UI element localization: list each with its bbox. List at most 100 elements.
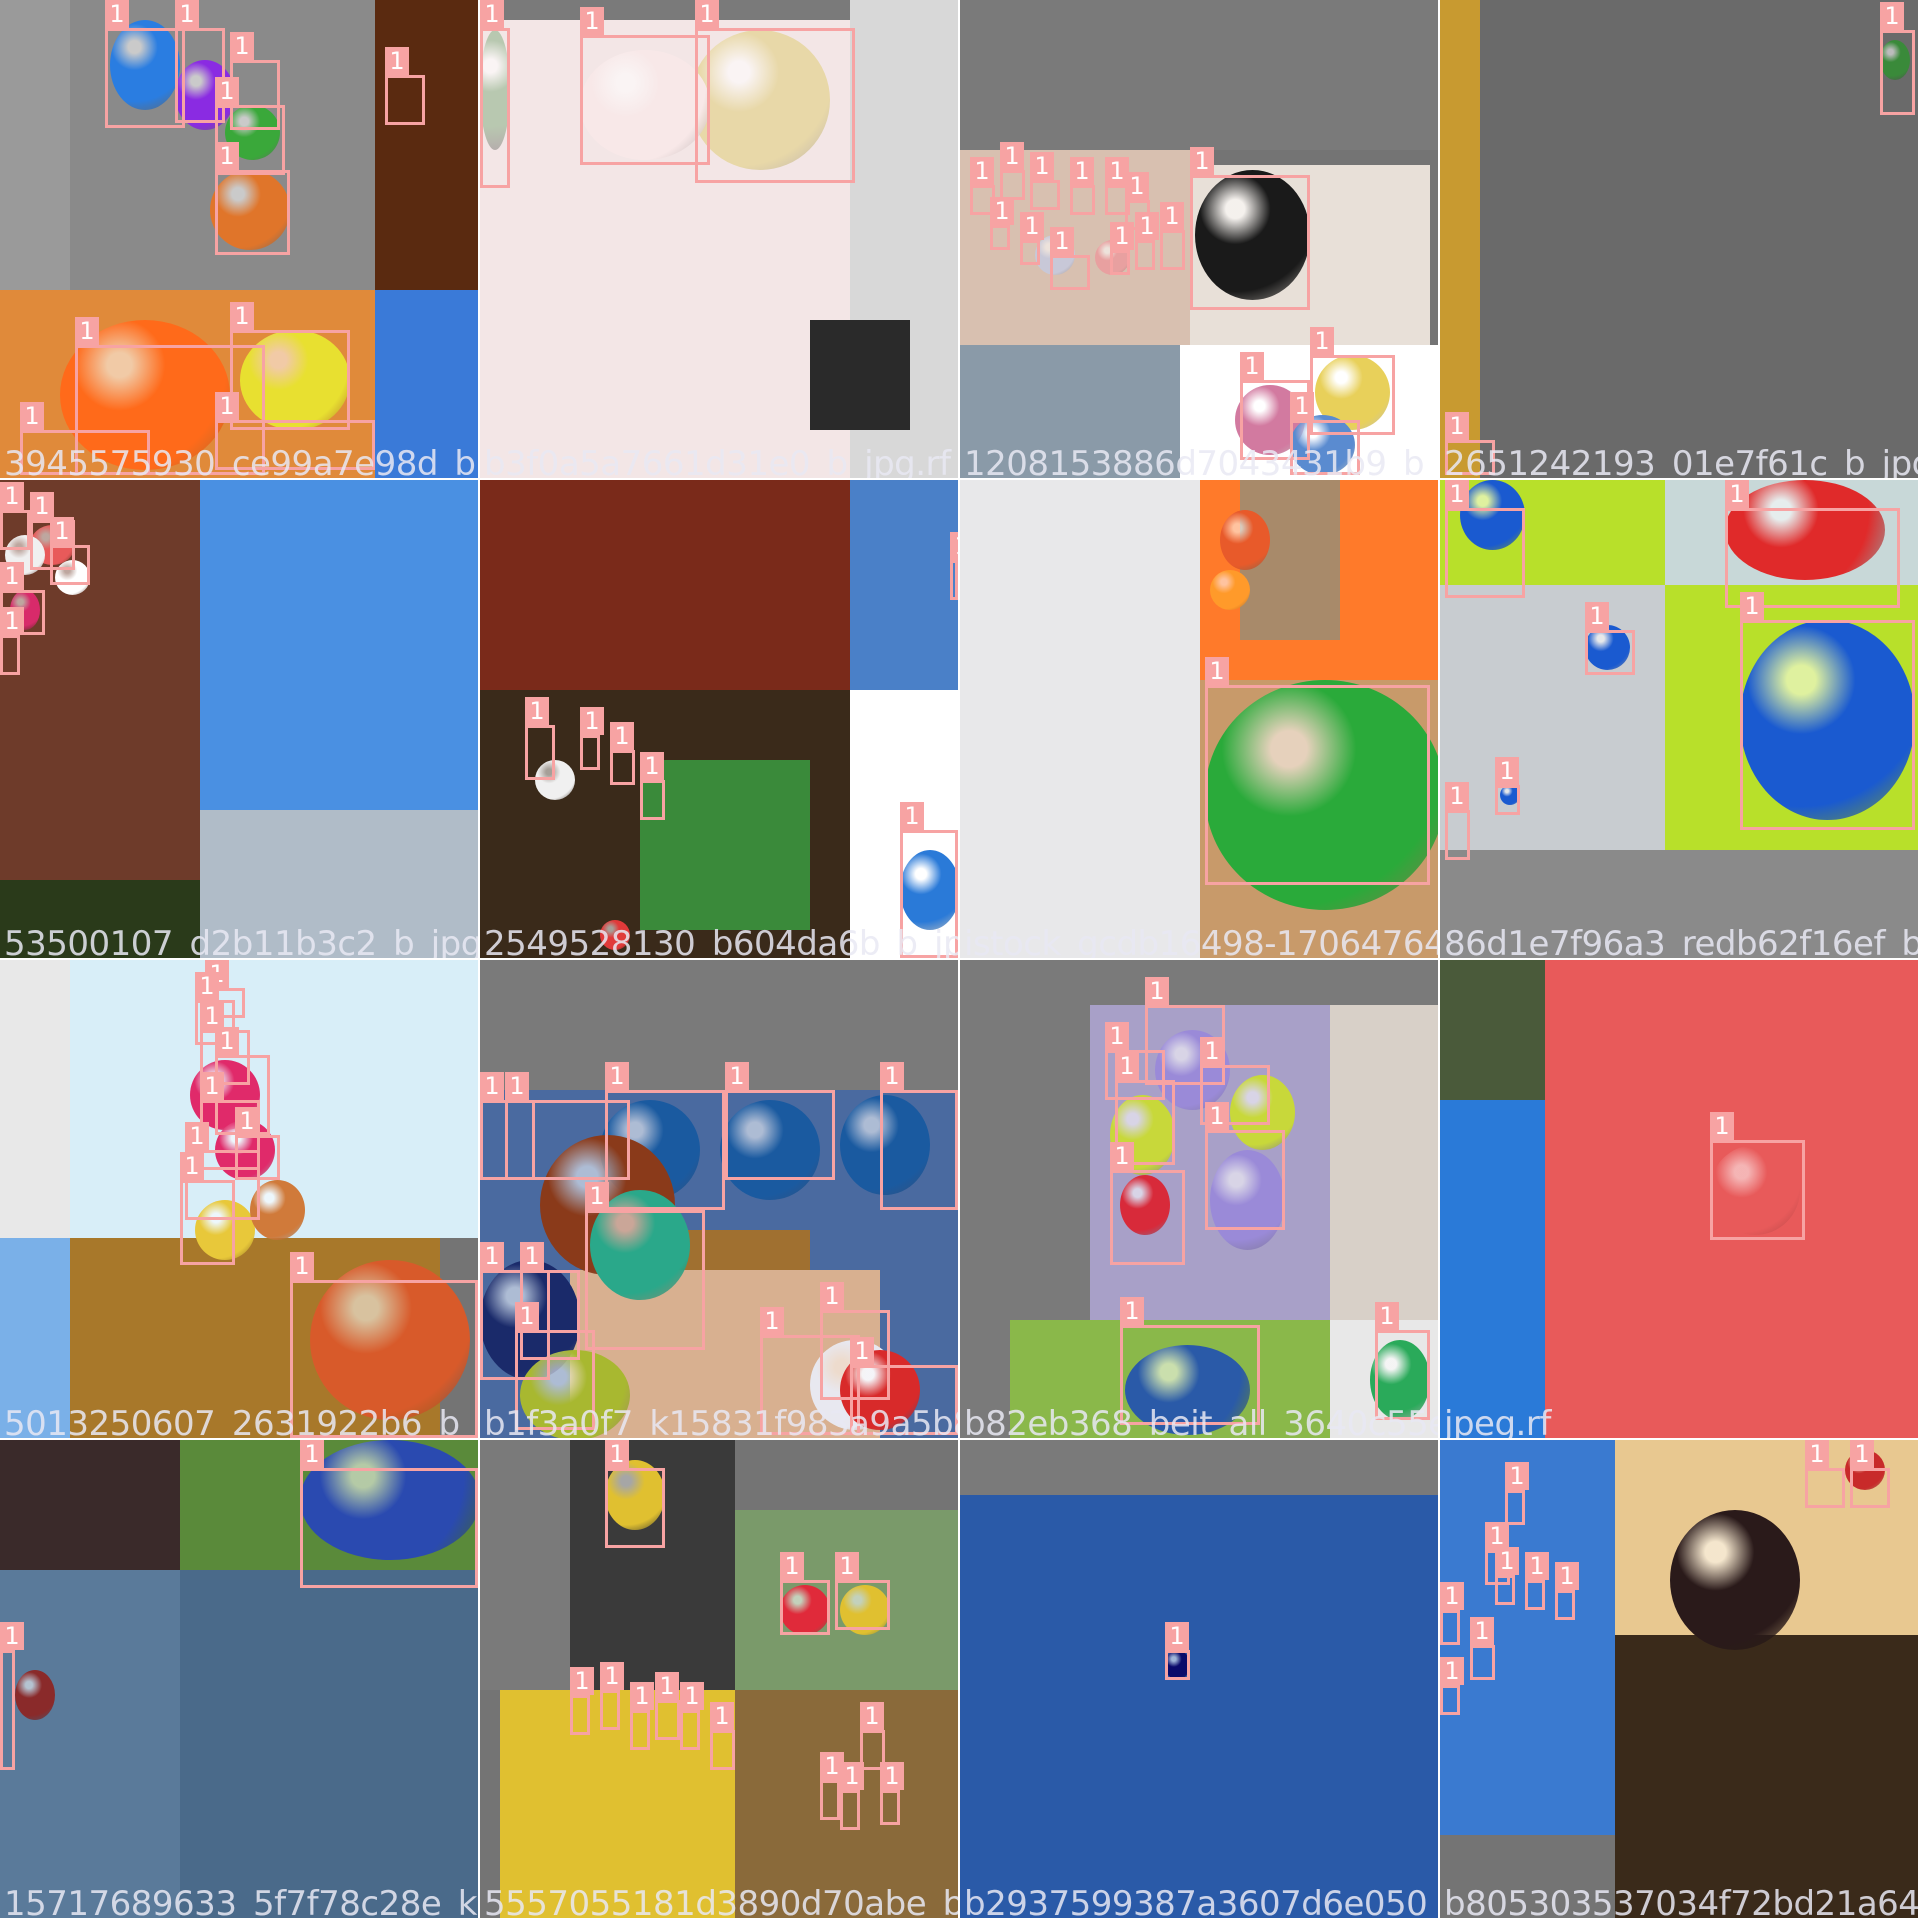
balloon-bbox: 1 [1135,212,1159,270]
mosaic-tile: 11111111b82eb368_beit_all_3640c55ed_jpeg… [960,960,1438,1438]
photo-fragment [960,1495,1438,1918]
class-label: 1 [820,1752,844,1780]
photo-fragment [1615,1635,1918,1918]
class-label: 1 [0,482,24,510]
class-label: 1 [195,972,219,1000]
class-label: 1 [1445,412,1469,440]
class-label: 1 [600,1662,624,1690]
mosaic-tile: 111111111111b1f3a0f7_k15831f983a9a5b82eb… [480,960,958,1438]
class-label: 1 [1740,592,1764,620]
class-label: 1 [385,47,409,75]
class-label: 1 [480,1072,504,1100]
balloon-bbox: 1 [0,607,24,675]
class-label: 1 [215,77,239,105]
class-label: 1 [1135,212,1159,240]
class-label: 1 [630,1682,654,1710]
class-label: 1 [1050,227,1074,255]
balloon-bbox: 1 [1445,480,1525,598]
class-label: 1 [505,1072,529,1100]
photo-fragment [480,1440,570,1690]
class-label: 1 [1070,157,1094,185]
balloon-bbox: 1 [710,1702,735,1770]
class-label: 1 [605,1062,629,1090]
class-label: 1 [610,722,634,750]
photo-fragment [1330,1005,1438,1330]
mosaic-tile: 1111112549528130_b604da6b_b_jpg.rf [480,480,958,958]
balloon-bbox: 1 [835,1552,890,1630]
photo-fragment [0,1570,180,1918]
class-label: 1 [200,1072,224,1100]
class-label: 1 [50,517,74,545]
class-label: 1 [1880,2,1904,30]
class-label: 1 [850,1337,874,1365]
photo-fragment [960,345,1190,478]
balloon-bbox: 1 [1525,1552,1549,1610]
photo-fragment [1440,585,1665,850]
class-label: 1 [1030,152,1054,180]
class-label: 1 [695,0,719,28]
class-label: 1 [1375,1302,1399,1330]
class-label: 1 [990,197,1014,225]
class-label: 1 [0,562,24,590]
balloon [600,920,630,950]
class-label: 1 [0,1622,24,1650]
class-label: 1 [180,1152,204,1180]
balloon-bbox: 1 [610,722,635,785]
class-label: 1 [1115,1052,1139,1080]
balloon-bbox: 1 [105,0,185,128]
class-label: 1 [215,1027,239,1055]
balloon-bbox: 1 [1070,157,1095,215]
class-label: 1 [605,1440,629,1468]
mosaic-tile: 1istock_gcdb16498-1706476485_jpg [960,480,1438,958]
class-label: 1 [585,1182,609,1210]
balloon-bbox: 1 [640,752,665,820]
class-label: 1 [710,1702,734,1730]
mosaic-tile: 1 1 1 b3f0a5a7661d31e0_b_jpg.rf [480,0,958,478]
balloon-bbox: 1 [1110,222,1134,275]
class-label: 1 [290,1252,314,1280]
balloon-bbox: 1 [585,1182,705,1350]
mosaic-tile: 11111111113945575930_ce99a7e98d_b_jpg.rf… [0,0,478,478]
balloon-bbox: 1 [1165,1622,1190,1680]
balloon-bbox: 1 [680,1682,704,1750]
balloon-bbox: 1 [300,1440,478,1588]
photo-fragment [180,1570,478,1918]
balloon-bbox: 1 [1555,1562,1579,1620]
class-label: 1 [725,1062,749,1090]
class-label: 1 [1020,212,1044,240]
balloon-bbox: 1 [1190,147,1310,310]
class-label: 1 [1125,172,1149,200]
balloon-bbox: 1 [840,1762,864,1830]
class-label: 1 [300,1440,324,1468]
class-label: 1 [1585,602,1609,630]
mosaic-tile: 1 1 1 1 1 53500107_d2b11b3c2_b_jpg.rf. [0,480,478,958]
balloon [15,1670,55,1720]
class-label: 1 [1240,352,1264,380]
balloon-bbox: 1 [570,1667,594,1735]
photo-fragment [1480,0,1918,478]
class-label: 1 [1110,222,1134,250]
balloon-bbox: 1 [1470,1617,1495,1680]
balloon-bbox: 1 [580,707,604,770]
photo-fragment [1440,1100,1545,1438]
class-label: 1 [1290,392,1314,420]
class-label: 1 [1440,1582,1464,1610]
class-label: 1 [680,1682,704,1710]
class-label: 1 [230,32,254,60]
balloon-bbox: 1 [1740,592,1915,830]
class-label: 1 [1205,657,1229,685]
class-label: 1 [1120,1297,1144,1325]
class-label: 1 [20,402,44,430]
balloon-bbox: 1 [655,1672,680,1740]
class-label: 1 [175,0,199,28]
balloon-bbox: 1 [1710,1112,1805,1240]
balloon-bbox: 1 [1205,657,1430,885]
balloon-bbox: 1 [1585,602,1635,675]
class-label: 1 [480,0,504,28]
class-label: 1 [1165,1622,1189,1650]
balloon-bbox: 1 [215,142,290,255]
photo-fragment [480,690,510,958]
photo-fragment [0,1238,70,1438]
balloon-bbox: 1 [1505,1462,1529,1525]
class-label: 1 [30,492,54,520]
